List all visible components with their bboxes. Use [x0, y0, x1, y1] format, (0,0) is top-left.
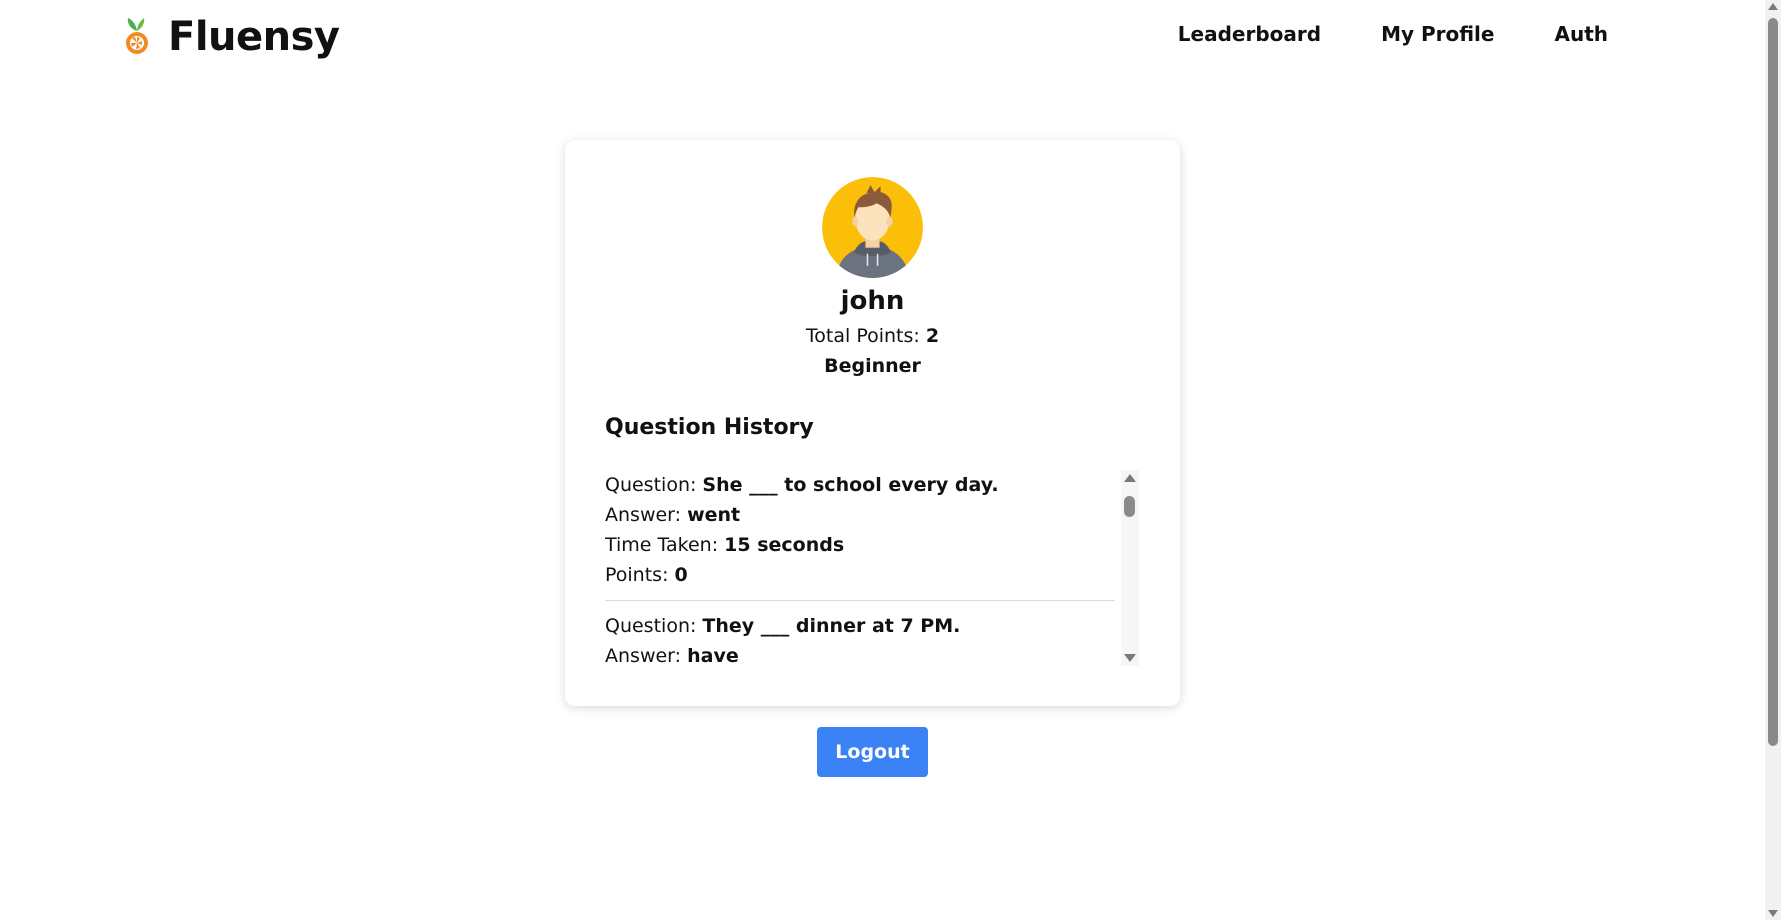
- user-avatar-icon: [822, 177, 923, 278]
- question-text: They ___ dinner at 7 PM.: [702, 615, 961, 637]
- scrollbar-thumb[interactable]: [1124, 496, 1135, 517]
- answer-text: went: [687, 504, 741, 526]
- question-text: She ___ to school every day.: [702, 474, 999, 496]
- points-value: 0: [674, 564, 688, 586]
- answer-label: Answer:: [605, 504, 688, 526]
- history-item: Question: They ___ dinner at 7 PM. Answe…: [605, 611, 1115, 666]
- brand-name: Fluensy: [168, 14, 340, 60]
- top-navbar: Fluensy Leaderboard My Profile Auth: [0, 0, 1765, 76]
- main-nav: Leaderboard My Profile Auth: [1178, 22, 1608, 46]
- scroll-up-arrow-icon[interactable]: [1124, 474, 1136, 482]
- nav-auth[interactable]: Auth: [1554, 22, 1608, 46]
- total-points-value: 2: [925, 325, 940, 347]
- history-question: Question: They ___ dinner at 7 PM.: [605, 611, 1115, 641]
- time-label: Time Taken:: [605, 534, 725, 556]
- scroll-down-arrow-icon[interactable]: [1768, 910, 1778, 917]
- page-scrollbar-thumb[interactable]: [1768, 18, 1778, 746]
- history-question: Question: She ___ to school every day.: [605, 470, 1115, 500]
- scroll-down-arrow-icon[interactable]: [1124, 654, 1136, 662]
- answer-label: Answer:: [605, 645, 688, 666]
- history-time: Time Taken: 15 seconds: [605, 530, 1115, 560]
- question-history-list[interactable]: Question: She ___ to school every day. A…: [605, 470, 1125, 666]
- question-label: Question:: [605, 474, 703, 496]
- time-value: 15 seconds: [724, 534, 845, 556]
- question-label: Question:: [605, 615, 703, 637]
- page-scrollbar[interactable]: [1765, 0, 1781, 920]
- question-history-title: Question History: [605, 415, 814, 440]
- history-points: Points: 0: [605, 560, 1115, 590]
- username: john: [840, 286, 905, 316]
- nav-my-profile[interactable]: My Profile: [1381, 22, 1494, 46]
- profile-card: john Total Points: 2 Beginner Question H…: [565, 140, 1180, 706]
- history-answer: Answer: went: [605, 500, 1115, 530]
- answer-text: have: [687, 645, 739, 666]
- logout-button[interactable]: Logout: [817, 727, 928, 777]
- total-points-label: Total Points:: [805, 325, 926, 347]
- brand[interactable]: Fluensy: [122, 14, 340, 60]
- history-item: Question: She ___ to school every day. A…: [605, 470, 1115, 601]
- points-label: Points:: [605, 564, 675, 586]
- user-level: Beginner: [824, 355, 921, 377]
- nav-leaderboard[interactable]: Leaderboard: [1178, 22, 1321, 46]
- total-points: Total Points: 2: [565, 325, 1180, 347]
- history-answer: Answer: have: [605, 641, 1115, 666]
- history-scrollbar[interactable]: [1121, 470, 1139, 666]
- scroll-up-arrow-icon[interactable]: [1768, 3, 1778, 10]
- citrus-logo-icon: [122, 17, 152, 57]
